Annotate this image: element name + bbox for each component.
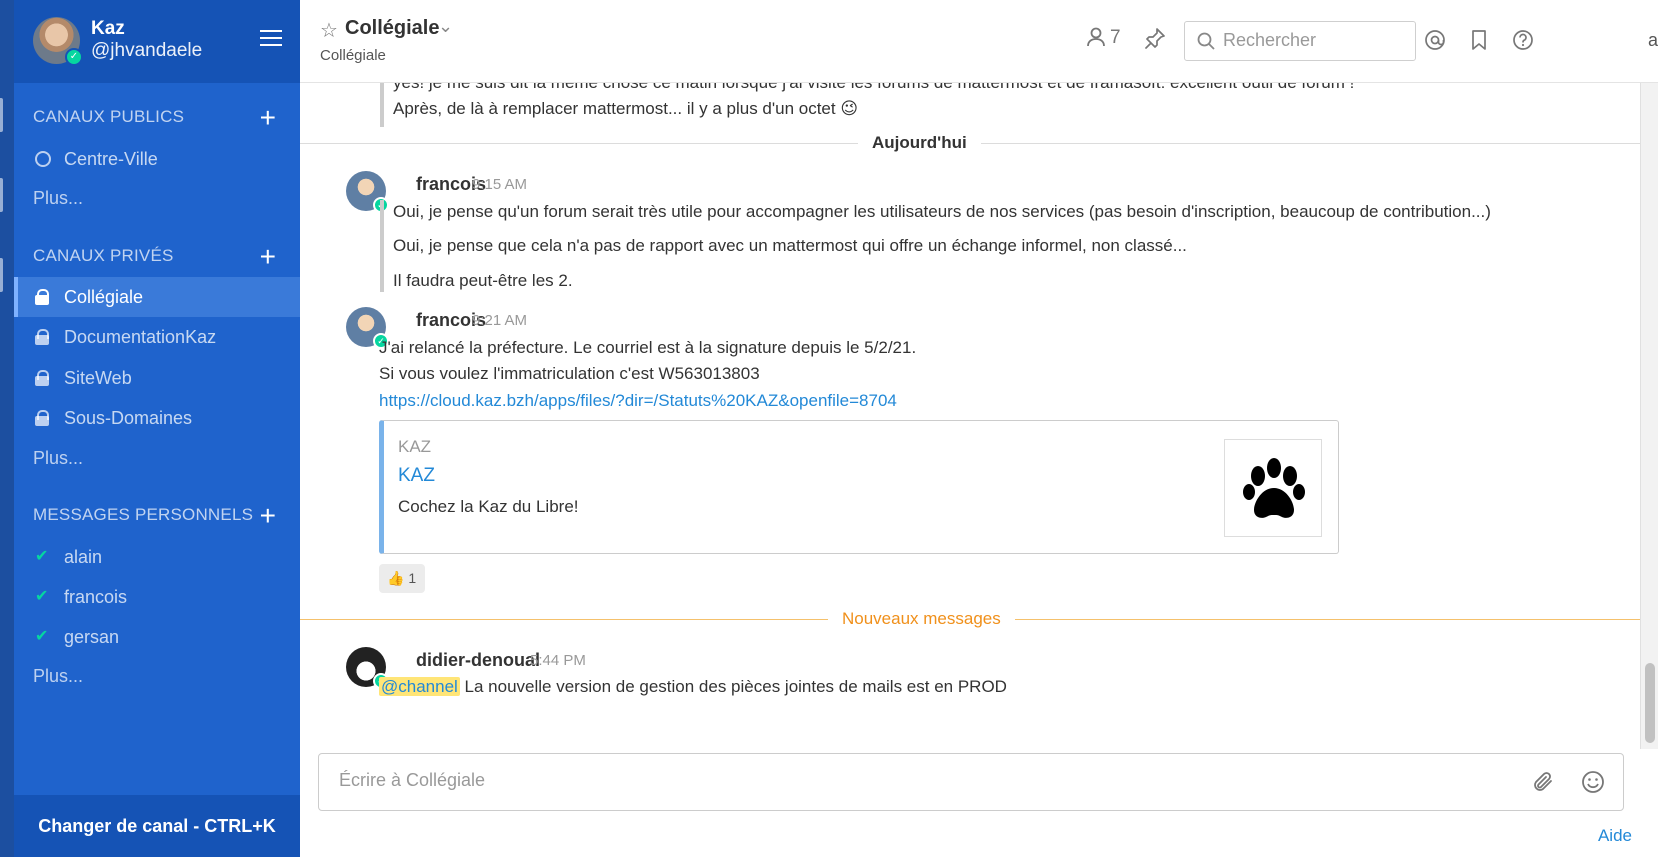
private-channels-heading: CANAUX PRIVÉS — [33, 246, 174, 265]
sidebar-item-label: francois — [64, 587, 128, 607]
sidebar-item-label: gersan — [64, 627, 120, 647]
online-user-icon: ✔ — [35, 628, 49, 645]
public-channels-heading: CANAUX PUBLICS — [33, 107, 185, 126]
add-direct-message-button[interactable]: + — [260, 502, 276, 530]
channel-mention[interactable]: @channel — [379, 677, 460, 696]
sidebar-header: ✓ Kaz @jhvandaele — [14, 0, 300, 83]
message-text: Après, de là à remplacer mattermost... i… — [393, 99, 859, 118]
private-more-link[interactable]: Plus... — [33, 448, 83, 469]
team-sidebar — [0, 0, 14, 857]
user-handle: @jhvandaele — [91, 40, 203, 61]
user-avatar[interactable]: ✓ — [33, 17, 83, 66]
search-input[interactable] — [1223, 30, 1403, 51]
team-indicator — [0, 178, 3, 212]
date-separator-label: Aujourd'hui — [858, 133, 981, 153]
bookmark-icon[interactable] — [1470, 29, 1488, 56]
public-more-link[interactable]: Plus... — [33, 188, 83, 209]
paperclip-icon[interactable] — [1531, 770, 1555, 799]
message-text: yes! je me suis dit la même chose ce mat… — [393, 83, 1354, 93]
user-display-name: Kaz — [91, 18, 125, 39]
post-author[interactable]: didier-denoual — [416, 650, 540, 671]
team-indicator — [0, 258, 3, 292]
sidebar-item-label: Sous-Domaines — [64, 408, 193, 428]
link-preview-card: KAZ KAZ Cochez la Kaz du Libre! — [379, 420, 1339, 554]
dm-more-link[interactable]: Plus... — [33, 666, 83, 687]
sidebar-item-siteweb[interactable]: SiteWeb — [14, 358, 300, 398]
online-status-icon: ✓ — [65, 48, 83, 66]
globe-icon — [35, 151, 51, 167]
sidebar-item-label: alain — [64, 547, 103, 567]
direct-messages-heading: MESSAGES PERSONNELS — [33, 505, 254, 524]
member-icon — [1087, 27, 1105, 47]
sidebar-item-alain[interactable]: ✔ alain — [14, 537, 300, 577]
sidebar-item-label: Collégiale — [64, 287, 144, 307]
help-link[interactable]: Aide — [1598, 826, 1632, 846]
channel-header: ☆ Collégiale ⌄ Collégiale 7 a — [300, 0, 1658, 83]
reaction-thumbs-up[interactable]: 👍 1 — [379, 564, 425, 593]
mention-icon[interactable] — [1424, 29, 1446, 56]
message-body: La nouvelle version de gestion des pièce… — [459, 677, 1007, 696]
lock-icon — [35, 370, 51, 386]
sidebar-item-documentationkaz[interactable]: DocumentationKaz — [14, 317, 300, 357]
message-text: @channel La nouvelle version de gestion … — [379, 677, 1007, 697]
message-text: Il faudra peut-être les 2. — [393, 271, 573, 290]
sidebar-item-centre-ville[interactable]: Centre-Ville — [14, 139, 300, 179]
sidebar-item-gersan[interactable]: ✔ gersan — [14, 617, 300, 657]
add-public-channel-button[interactable]: + — [260, 104, 276, 132]
online-user-icon: ✔ — [35, 588, 49, 605]
thumbs-up-icon: 👍 — [387, 570, 405, 586]
help-icon[interactable] — [1512, 29, 1534, 56]
online-user-icon: ✔ — [35, 548, 49, 565]
member-list-button[interactable]: 7 — [1086, 27, 1121, 49]
message-text: J'ai relancé la préfecture. Le courriel … — [379, 338, 917, 357]
emoji-picker-icon[interactable] — [1581, 770, 1605, 799]
sidebar-item-label: SiteWeb — [64, 368, 132, 388]
blockquote-bar — [380, 83, 384, 127]
scrollbar-thumb[interactable] — [1645, 663, 1655, 743]
search-field[interactable] — [1184, 21, 1416, 61]
sidebar-item-label: Centre-Ville — [64, 149, 158, 169]
post-timestamp[interactable]: 5:44 PM — [530, 652, 586, 669]
post-list-scrollbar[interactable] — [1640, 83, 1658, 749]
message-link[interactable]: https://cloud.kaz.bzh/apps/files/?dir=/S… — [379, 391, 897, 411]
channel-sidebar: ✓ Kaz @jhvandaele CANAUX PUBLICS + Centr… — [14, 0, 300, 857]
channel-purpose: Collégiale — [320, 47, 386, 64]
sidebar-item-francois[interactable]: ✔ francois — [14, 577, 300, 617]
message-text: Si vous voulez l'immatriculation c'est W… — [379, 364, 760, 383]
lock-icon — [35, 329, 51, 345]
message-text: Oui, je pense que cela n'a pas de rappor… — [393, 236, 1187, 255]
preview-description: Cochez la Kaz du Libre! — [398, 497, 579, 516]
paw-icon — [1243, 458, 1305, 518]
message-composer — [318, 753, 1624, 811]
sidebar-item-sous-domaines[interactable]: Sous-Domaines — [14, 398, 300, 438]
lock-icon — [35, 410, 51, 426]
post-timestamp[interactable]: 9:15 AM — [472, 176, 527, 193]
hamburger-menu-icon[interactable] — [260, 30, 282, 48]
sidebar-item-label: DocumentationKaz — [64, 327, 217, 347]
pin-icon[interactable] — [1144, 27, 1166, 54]
sidebar-item-collegiale[interactable]: Collégiale — [14, 277, 300, 317]
member-count: 7 — [1110, 27, 1121, 48]
preview-site-name: KAZ — [398, 437, 432, 456]
preview-title-link[interactable]: KAZ — [398, 465, 435, 487]
chevron-down-icon[interactable]: ⌄ — [438, 16, 453, 37]
preview-thumbnail[interactable] — [1224, 439, 1322, 537]
message-input[interactable] — [339, 770, 1439, 791]
post-list: yes! je me suis dit la même chose ce mat… — [300, 83, 1640, 749]
new-messages-label: Nouveaux messages — [828, 609, 1015, 629]
blockquote-bar — [380, 200, 384, 292]
lock-icon — [35, 289, 51, 305]
message-text: Oui, je pense qu'un forum serait très ut… — [393, 202, 1491, 221]
channel-title[interactable]: Collégiale — [345, 17, 439, 40]
truncated-edge-text: a — [1647, 30, 1658, 50]
search-icon — [1197, 32, 1215, 50]
file-link[interactable]: https://cloud.kaz.bzh/apps/files/?dir=/S… — [379, 391, 897, 410]
reaction-count: 1 — [408, 570, 417, 586]
team-indicator — [0, 98, 3, 132]
add-private-channel-button[interactable]: + — [260, 243, 276, 271]
post-timestamp[interactable]: 9:21 AM — [472, 312, 527, 329]
favorite-star-icon[interactable]: ☆ — [320, 18, 338, 43]
switch-channel-button[interactable]: Changer de canal - CTRL+K — [14, 795, 300, 857]
